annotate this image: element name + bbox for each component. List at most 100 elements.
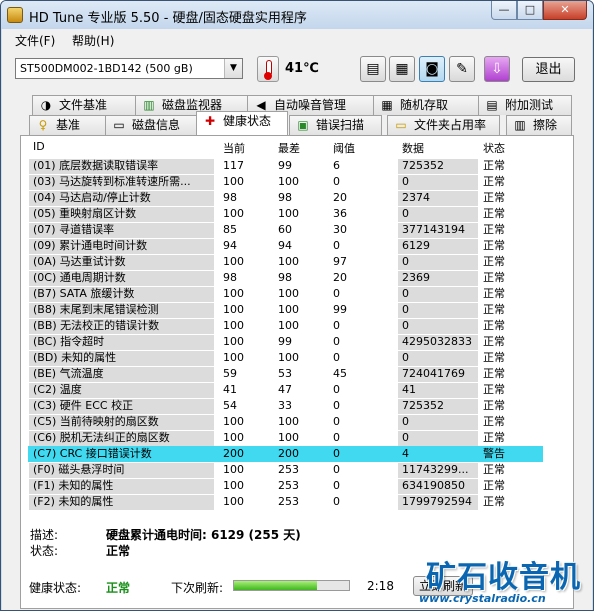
cell-worst: 100	[278, 175, 299, 188]
column-header-id[interactable]: ID	[33, 140, 45, 156]
cell-threshold: 0	[333, 383, 340, 396]
cell-threshold: 20	[333, 271, 347, 284]
cell-status: 正常	[483, 351, 505, 364]
cell-data: 0	[402, 431, 409, 444]
table-row-selected[interactable]: (C7) CRC 接口错误计数 200 200 0 4 警告	[28, 446, 568, 462]
cell-status: 正常	[483, 271, 505, 284]
options-button[interactable]: ✎	[449, 56, 475, 82]
cell-data: 0	[402, 415, 409, 428]
copy-text-button[interactable]: ▤	[360, 56, 386, 82]
table-row[interactable]: (F0) 磁头悬浮时间 100 253 0 11743299... 正常	[28, 462, 568, 478]
table-row[interactable]: (01) 底层数据读取错误率 117 99 6 725352 正常	[28, 158, 568, 174]
table-row[interactable]: (BE) 气流温度 59 53 45 724041769 正常	[28, 366, 568, 382]
options-wrench-icon: ✎	[456, 61, 468, 77]
cell-status: 正常	[483, 239, 505, 252]
tab-extra-tests[interactable]: ▤ 附加测试	[478, 95, 572, 115]
health-status-value: 正常	[106, 581, 131, 595]
cell-worst: 99	[278, 159, 292, 172]
tab-folder-usage[interactable]: ▭ 文件夹占用率	[387, 115, 500, 135]
window-title: HD Tune 专业版 5.50 - 硬盘/固态硬盘实用程序	[29, 11, 307, 26]
description-value: 硬盘累计通电时间: 6129 (255 天)	[106, 528, 301, 542]
cell-attribute: (F0) 磁头悬浮时间	[33, 463, 125, 476]
cell-worst: 100	[278, 431, 299, 444]
tab-health[interactable]: ✚ 健康状态	[196, 111, 288, 135]
table-row[interactable]: (F2) 未知的属性 100 253 0 1799792594 正常	[28, 494, 568, 510]
cell-worst: 253	[278, 479, 299, 492]
table-row[interactable]: (BD) 未知的属性 100 100 0 0 正常	[28, 350, 568, 366]
cell-threshold: 0	[333, 287, 340, 300]
table-row[interactable]: (04) 马达启动/停止计数 98 98 20 2374 正常	[28, 190, 568, 206]
cell-current: 200	[223, 447, 244, 460]
copy-info-button[interactable]: ▦	[389, 56, 415, 82]
watermark-title: 矿石收音机	[426, 560, 581, 595]
cell-data: 0	[402, 207, 409, 220]
table-row[interactable]: (09) 累计通电时间计数 94 94 0 6129 正常	[28, 238, 568, 254]
smart-table[interactable]: ID 当前 最差 阈值 数据 状态 (01) 底层数据读取错误率 117 99 6 72…	[28, 140, 568, 510]
cell-worst: 100	[278, 287, 299, 300]
cell-threshold: 0	[333, 431, 340, 444]
table-row[interactable]: (C2) 温度 41 47 0 41 正常	[28, 382, 568, 398]
menu-help[interactable]: 帮助(H)	[72, 32, 114, 49]
cell-data: 4295032833	[402, 335, 472, 348]
table-row[interactable]: (F1) 未知的属性 100 253 0 634190850 正常	[28, 478, 568, 494]
table-row[interactable]: (05) 重映射扇区计数 100 100 36 0 正常	[28, 206, 568, 222]
cell-current: 100	[223, 319, 244, 332]
thermometer-icon	[257, 56, 279, 82]
table-row[interactable]: (B8) 末尾到末尾错误检测 100 100 99 0 正常	[28, 302, 568, 318]
tab-disk-info[interactable]: ▭ 磁盘信息	[105, 115, 197, 135]
column-header-threshold[interactable]: 阈值	[333, 140, 355, 156]
cell-attribute: (B7) SATA 旅缓计数	[33, 287, 135, 300]
benchmark-bulb-icon: ♀	[38, 118, 48, 132]
cell-worst: 253	[278, 495, 299, 508]
tab-random-access[interactable]: ▦ 随机存取	[373, 95, 479, 115]
cell-worst: 99	[278, 335, 292, 348]
title-bar[interactable]: HD Tune 专业版 5.50 - 硬盘/固态硬盘实用程序 — □ ✕	[1, 1, 593, 29]
table-row[interactable]: (C6) 脱机无法纠正的扇区数 100 100 0 0 正常	[28, 430, 568, 446]
maximize-button[interactable]: □	[517, 1, 543, 20]
cell-threshold: 0	[333, 463, 340, 476]
column-header-data[interactable]: 数据	[402, 140, 424, 156]
cell-current: 54	[223, 399, 237, 412]
hdtune-app-icon	[7, 7, 23, 23]
tab-erase[interactable]: ▥ 擦除	[506, 115, 572, 135]
close-button[interactable]: ✕	[543, 1, 587, 20]
table-row[interactable]: (07) 寻道错误率 85 60 30 377143194 正常	[28, 222, 568, 238]
cell-threshold: 0	[333, 447, 340, 460]
tab-file-benchmark[interactable]: ◑ 文件基准	[32, 95, 136, 115]
table-row[interactable]: (C5) 当前待映射的扇区数 100 100 0 0 正常	[28, 414, 568, 430]
cell-status: 正常	[483, 207, 505, 220]
cell-status: 正常	[483, 223, 505, 236]
table-row[interactable]: (0A) 马达重试计数 100 100 97 0 正常	[28, 254, 568, 270]
table-row[interactable]: (BC) 指令超时 100 99 0 4295032833 正常	[28, 334, 568, 350]
table-row[interactable]: (B7) SATA 旅缓计数 100 100 0 0 正常	[28, 286, 568, 302]
minimize-button[interactable]: —	[491, 1, 517, 20]
column-header-status[interactable]: 状态	[483, 140, 505, 156]
cell-data: 0	[402, 319, 409, 332]
column-header-worst[interactable]: 最差	[278, 140, 300, 156]
state-value: 正常	[106, 544, 131, 558]
table-row[interactable]: (03) 马达旋转到标准转速所需... 100 100 0 0 正常	[28, 174, 568, 190]
erase-trash-icon: ▥	[514, 118, 526, 132]
drive-select[interactable]: ST500DM002-1BD142 (500 gB) ▼	[15, 58, 243, 79]
chevron-down-icon[interactable]: ▼	[224, 59, 242, 78]
cell-current: 41	[223, 383, 237, 396]
menu-file[interactable]: 文件(F)	[15, 32, 55, 49]
cell-attribute: (07) 寻道错误率	[33, 223, 115, 236]
cell-status: 警告	[483, 447, 505, 460]
cell-data: 2374	[402, 191, 430, 204]
screenshot-camera-icon: ◙	[425, 61, 439, 77]
save-button[interactable]: ⇩	[484, 56, 510, 82]
tab-area: ◑ 文件基准 ▥ 磁盘监视器 ◀ 自动噪音管理 ▦ 随机存取 ▤ 附加测试 ♀ 基准 ▭ 磁盘…	[2, 91, 592, 610]
exit-button[interactable]: 退出	[522, 57, 575, 82]
cell-status: 正常	[483, 383, 505, 396]
screenshot-button[interactable]: ◙	[419, 56, 445, 82]
cell-attribute: (09) 累计通电时间计数	[33, 239, 148, 252]
table-row[interactable]: (C3) 硬件 ECC 校正 54 33 0 725352 正常	[28, 398, 568, 414]
cell-attribute: (C5) 当前待映射的扇区数	[33, 415, 159, 428]
cell-worst: 33	[278, 399, 292, 412]
tab-error-scan[interactable]: ▣ 错误扫描	[289, 115, 382, 135]
column-header-current[interactable]: 当前	[223, 140, 245, 156]
table-row[interactable]: (BB) 无法校正的错误计数 100 100 0 0 正常	[28, 318, 568, 334]
table-row[interactable]: (0C) 通电周期计数 98 98 20 2369 正常	[28, 270, 568, 286]
cell-status: 正常	[483, 335, 505, 348]
